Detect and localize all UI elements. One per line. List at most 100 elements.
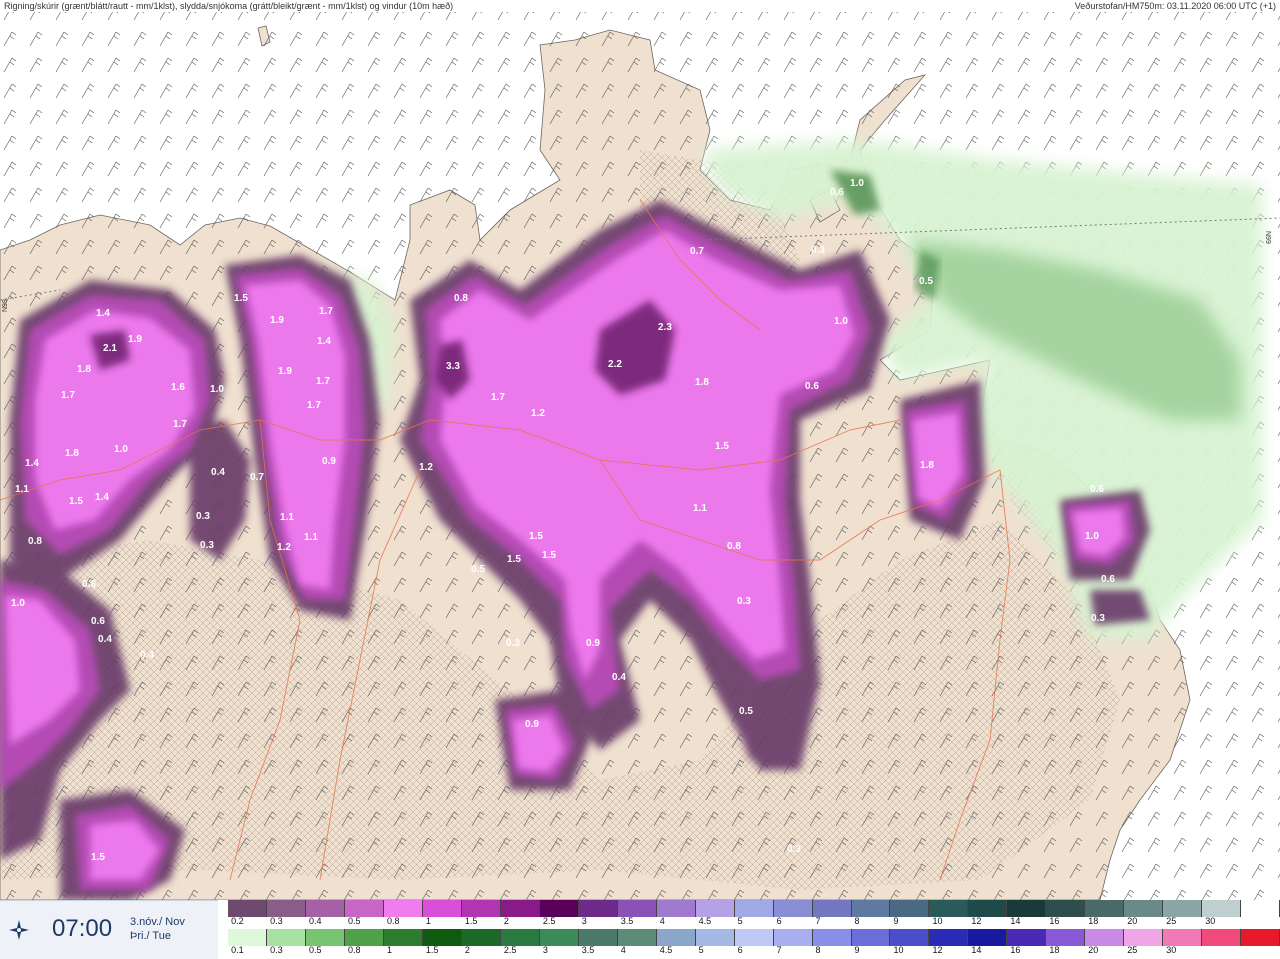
rain-color-scale — [228, 929, 1280, 946]
map-value-label: 1.1 — [304, 532, 318, 543]
map-value-label: 1.4 — [317, 336, 331, 347]
map-value-label: 1.7 — [319, 306, 333, 317]
legend-swatch — [1241, 929, 1280, 946]
legend-tick-label: 1 — [425, 916, 431, 926]
map-value-label: 1.5 — [542, 550, 556, 561]
forecast-date: 3.nóv./ Nov — [130, 916, 185, 928]
legend-tick-label: 4 — [620, 945, 626, 955]
legend-tick-label: 20 — [1088, 945, 1099, 955]
legend-tick-label: 3.5 — [620, 916, 634, 926]
legend-tick-label: 14 — [1010, 916, 1021, 926]
map-value-label: 1.5 — [507, 554, 521, 565]
legend-swatch — [1046, 900, 1086, 917]
map-value-label: 0.7 — [250, 472, 264, 483]
legend-tick-label: 3.5 — [581, 945, 595, 955]
legend-swatch — [812, 929, 852, 946]
legend-tick-label: 0.5 — [348, 916, 361, 926]
map-value-label: 1.5 — [69, 496, 83, 507]
legend-swatch — [228, 929, 267, 946]
map-value-label: 0.4 — [140, 650, 154, 661]
legend-swatch — [1007, 929, 1047, 946]
time-panel[interactable]: 07:00 3.nóv./ Nov Þri./ Tue — [0, 900, 218, 959]
legend-swatch — [344, 929, 384, 946]
map-value-label: 1.8 — [65, 448, 79, 459]
map-value-label: 0.3 — [787, 844, 801, 855]
legend-tick-label: 0.3 — [270, 916, 283, 926]
legend-swatch — [617, 929, 657, 946]
legend-swatch — [1007, 900, 1047, 917]
map-value-label: 1.4 — [25, 458, 39, 469]
map-value-label: 0.6 — [91, 616, 105, 627]
legend-swatch — [228, 900, 267, 917]
map-value-label: 1.1 — [15, 484, 29, 495]
forecast-time: 07:00 — [52, 915, 113, 942]
compass-icon[interactable] — [8, 919, 30, 941]
snow-color-scale — [228, 900, 1280, 917]
map-value-label: 1.0 — [210, 384, 224, 395]
map-value-label: 0.6 — [1101, 574, 1115, 585]
map-value-label: 1.5 — [529, 531, 543, 542]
map-value-label: 0.3 — [506, 638, 520, 649]
map-value-label: 1.2 — [419, 462, 433, 473]
legend-tick-label: 0.5 — [309, 945, 322, 955]
model-run-label: Veðurstofan/HM750m: 03.11.2020 06:00 UTC… — [1074, 1, 1276, 11]
map-value-label: 1.7 — [307, 400, 321, 411]
legend-tick-label: 2.5 — [503, 945, 517, 955]
map-value-label: 0.5 — [739, 706, 753, 717]
legend-tick-label: 12 — [932, 945, 943, 955]
map-value-label: 0.4 — [211, 467, 225, 478]
legend-tick-label: 6 — [737, 945, 743, 955]
legend-swatch — [461, 900, 501, 917]
map-value-label: 0.3 — [196, 511, 210, 522]
legend-swatch — [500, 900, 540, 917]
legend-swatch — [1202, 929, 1242, 946]
legend-swatch — [773, 929, 813, 946]
legend-tick-label: 10 — [893, 945, 904, 955]
legend-tick-label: 8 — [854, 916, 860, 926]
rain-scale-ticks: 0.1 0.3 0.5 0.8 1 1.5 2 2.5 3 3.5 4 4.5 5 6 7 8 9 10 12 14 1… — [228, 945, 1280, 957]
map-value-label: 1.0 — [1085, 531, 1099, 542]
map-value-label: 0.6 — [830, 187, 844, 198]
legend-tick-label: 9 — [893, 916, 899, 926]
map-value-label: 1.2 — [277, 542, 291, 553]
legend-tick-label: 30 — [1205, 916, 1216, 926]
map-value-label: 1.7 — [61, 390, 75, 401]
legend-swatch — [890, 929, 930, 946]
legend-tick-label: 4.5 — [659, 945, 673, 955]
legend-swatch — [851, 929, 891, 946]
legend-swatch — [578, 900, 618, 917]
map-value-label: 1.5 — [715, 441, 729, 452]
map-area[interactable]: 1.4 2.1 1.9 1.8 1.7 1.6 1.0 1.7 1.4 1.8 1.0 1.1 1.5 1… — [0, 0, 1280, 900]
edge-label-right: N99 — [1264, 231, 1271, 244]
map-value-label: 0.8 — [454, 293, 468, 304]
legend-tick-label: 18 — [1088, 916, 1099, 926]
legend-swatch — [968, 900, 1008, 917]
legend-tick-label: 5 — [698, 945, 704, 955]
legend-tick-label: 0.8 — [348, 945, 361, 955]
map-value-label: 2.3 — [658, 322, 672, 333]
legend-tick-label: 16 — [1049, 916, 1060, 926]
map-value-label: 1.0 — [11, 598, 25, 609]
legend-tick-label: 7 — [815, 916, 821, 926]
map-value-label: 1.6 — [171, 382, 185, 393]
legend-swatch — [383, 929, 423, 946]
legend-swatch — [305, 929, 345, 946]
map-value-label: 0.3 — [737, 596, 751, 607]
legend-swatch — [968, 929, 1008, 946]
forecast-map: 1.4 2.1 1.9 1.8 1.7 1.6 1.0 1.7 1.4 1.8 1.0 1.1 1.5 1… — [0, 12, 1280, 900]
legend-swatch — [773, 900, 813, 917]
map-value-label: 0.6 — [1090, 484, 1104, 495]
map-value-label: 1.4 — [96, 308, 110, 319]
map-value-label: 1.9 — [278, 366, 292, 377]
map-value-label: 0.6 — [805, 381, 819, 392]
map-value-label: 1.4 — [95, 492, 109, 503]
legend-swatch — [617, 900, 657, 917]
map-value-label: 1.7 — [316, 376, 330, 387]
edge-label-left: N99 — [2, 299, 9, 312]
map-value-label: 0.4 — [98, 634, 112, 645]
map-value-label: 2.1 — [103, 343, 117, 354]
legend-swatch — [461, 929, 501, 946]
forecast-weekday: Þri./ Tue — [130, 930, 171, 942]
legend-tick-label: 7 — [776, 945, 782, 955]
map-value-label: 0.9 — [322, 456, 336, 467]
